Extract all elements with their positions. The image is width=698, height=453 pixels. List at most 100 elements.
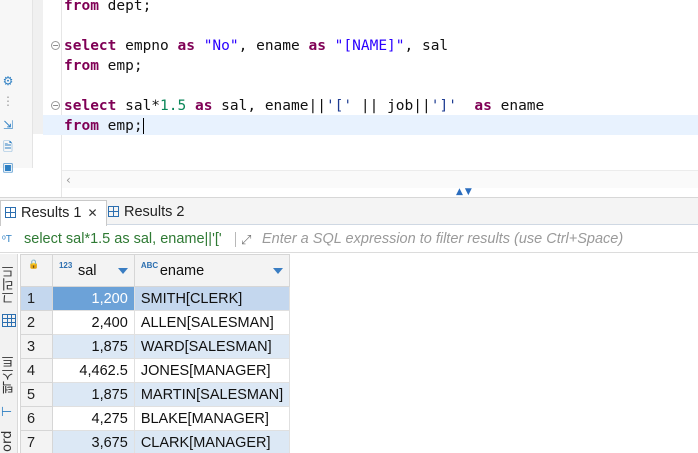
grid-filler xyxy=(289,310,698,335)
cell-sal[interactable]: 1,875 xyxy=(51,334,135,359)
code-token: sal* xyxy=(116,98,161,114)
filter-input[interactable]: Enter a SQL expression to filter results… xyxy=(262,226,623,253)
view-mode-sidebar: 그리드 텍스트 ⊤ ord xyxy=(0,254,18,453)
table-row[interactable]: 7 3,675 CLARK[MANAGER] xyxy=(20,430,698,453)
editor-horizontal-scrollbar[interactable]: ‹ xyxy=(62,170,698,188)
fold-collapse-icon[interactable]: − xyxy=(51,41,60,50)
code-token: || job|| xyxy=(352,98,431,114)
code-token: as xyxy=(474,98,492,114)
sidetab-record[interactable]: ord xyxy=(0,426,18,453)
code-token: "[NAME]" xyxy=(334,38,405,54)
row-number[interactable]: 5 xyxy=(20,382,53,407)
code-line[interactable]: select sal*1.5 as sal, ename||'[' || job… xyxy=(64,96,544,116)
results-grid[interactable]: 🔒 123 sal ABC ename 1 1,200 SMITH[CLERK] 2 2… xyxy=(20,254,698,453)
tab-results-1[interactable]: Results 1 ✕ xyxy=(0,200,107,226)
row-number[interactable]: 2 xyxy=(20,310,53,335)
sql-editor[interactable]: from dept; select empno as "No", ename a… xyxy=(64,0,698,168)
tab-results-2[interactable]: Results 2 xyxy=(104,200,192,226)
cell-sal[interactable]: 3,675 xyxy=(51,430,135,453)
code-line[interactable]: select empno as "No", ename as "[NAME]",… xyxy=(64,36,448,56)
active-query-text: select sal*1.5 as sal, ename||'[' xyxy=(24,231,222,247)
chevron-left-icon[interactable]: ‹ xyxy=(66,171,71,189)
grid-body: 1 1,200 SMITH[CLERK] 2 2,400 ALLEN[SALESMAN] 3… xyxy=(20,286,698,453)
cell-ename[interactable]: WARD[SALESMAN] xyxy=(133,334,291,359)
code-token: from xyxy=(64,0,99,14)
string-type-icon: ABC xyxy=(140,261,159,270)
grid-filler xyxy=(289,334,698,359)
code-token: dept; xyxy=(98,0,152,14)
sort-dropdown-icon[interactable] xyxy=(117,268,128,274)
code-token: emp; xyxy=(98,58,143,74)
tab-label: Results 1 xyxy=(21,205,82,221)
row-number[interactable]: 4 xyxy=(20,358,53,383)
code-token: ename xyxy=(491,98,545,114)
column-header-ename[interactable]: ABC ename xyxy=(133,254,291,287)
text-view-icon[interactable]: ⊤ xyxy=(0,404,18,418)
code-line[interactable]: from dept; xyxy=(64,0,151,16)
column-header-sal[interactable]: 123 sal xyxy=(51,254,135,287)
grid-corner[interactable]: 🔒 xyxy=(20,254,53,287)
row-number[interactable]: 7 xyxy=(20,430,53,453)
table-row[interactable]: 6 4,275 BLAKE[MANAGER] xyxy=(20,406,698,431)
table-row[interactable]: 2 2,400 ALLEN[SALESMAN] xyxy=(20,310,698,335)
divider xyxy=(235,232,236,247)
code-line[interactable]: from emp; xyxy=(64,116,144,136)
export-icon[interactable]: ⇲ xyxy=(1,118,15,132)
column-title: ename xyxy=(159,263,205,279)
table-row[interactable]: 5 1,875 MARTIN[SALESMAN] xyxy=(20,382,698,407)
cell-sal[interactable]: 2,400 xyxy=(51,310,135,335)
code-token: from xyxy=(64,58,99,74)
cell-ename[interactable]: MARTIN[SALESMAN] xyxy=(133,382,291,407)
results-tabbar: Results 1 ✕ Results 2 xyxy=(0,197,698,226)
code-token: , sal xyxy=(404,38,449,54)
cell-sal[interactable]: 1,875 xyxy=(51,382,135,407)
code-token: as xyxy=(177,38,195,54)
sort-dropdown-icon[interactable] xyxy=(273,268,284,274)
sidetab-text[interactable]: 텍스트 xyxy=(0,350,18,400)
grid-filler xyxy=(289,382,698,407)
grid-icon[interactable] xyxy=(2,314,16,327)
row-number[interactable]: 1 xyxy=(20,286,53,311)
grid-filler xyxy=(289,406,698,431)
text-caret xyxy=(142,118,144,134)
cell-sal[interactable]: 4,275 xyxy=(51,406,135,431)
more-icon[interactable]: ⋮ xyxy=(1,94,15,108)
table-row[interactable]: 1 1,200 SMITH[CLERK] xyxy=(20,286,698,311)
grid-filler xyxy=(289,430,698,453)
table-row[interactable]: 4 4,462.5 JONES[MANAGER] xyxy=(20,358,698,383)
code-token: ']' xyxy=(430,98,457,114)
fold-collapse-icon[interactable]: − xyxy=(51,101,60,110)
cell-sal[interactable]: 1,200 xyxy=(51,286,135,311)
grid-icon xyxy=(108,206,119,217)
code-token: select xyxy=(64,98,117,114)
cell-sal[interactable]: 4,462.5 xyxy=(51,358,135,383)
cell-ename[interactable]: ALLEN[SALESMAN] xyxy=(133,310,291,335)
sidetab-grid[interactable]: 그리드 xyxy=(0,260,18,310)
editor-side-toolbar: ⚙ ⋮ ⇲ 🗎 ▣ xyxy=(0,0,33,174)
tab-label: Results 2 xyxy=(124,204,185,220)
script-icon[interactable]: ▣ xyxy=(1,160,15,174)
grid-filler xyxy=(289,254,698,287)
code-token: "No" xyxy=(203,38,239,54)
cell-ename[interactable]: SMITH[CLERK] xyxy=(133,286,291,311)
gear-icon[interactable]: ⚙ xyxy=(1,74,15,88)
table-row[interactable]: 3 1,875 WARD[SALESMAN] xyxy=(20,334,698,359)
filter-bar: ᵒT select sal*1.5 as sal, ename||'[' ⤢ E… xyxy=(0,226,698,253)
cell-ename[interactable]: CLARK[MANAGER] xyxy=(133,430,291,453)
code-token: sal, ename|| xyxy=(212,98,326,114)
panel-splitter-arrows-icon[interactable]: ▲▼ xyxy=(456,188,496,197)
grid-filler xyxy=(289,286,698,311)
row-number[interactable]: 3 xyxy=(20,334,53,359)
code-token: as xyxy=(308,38,326,54)
code-line[interactable]: from emp; xyxy=(64,56,143,76)
code-token: from xyxy=(64,118,99,134)
file-icon[interactable]: 🗎 xyxy=(1,140,15,154)
lock-icon: 🔒 xyxy=(28,259,40,269)
expand-icon[interactable]: ⤢ xyxy=(241,226,251,253)
cell-ename[interactable]: JONES[MANAGER] xyxy=(133,358,291,383)
close-icon[interactable]: ✕ xyxy=(87,206,97,220)
code-token: , ename xyxy=(238,38,309,54)
row-number[interactable]: 6 xyxy=(20,406,53,431)
cell-ename[interactable]: BLAKE[MANAGER] xyxy=(133,406,291,431)
